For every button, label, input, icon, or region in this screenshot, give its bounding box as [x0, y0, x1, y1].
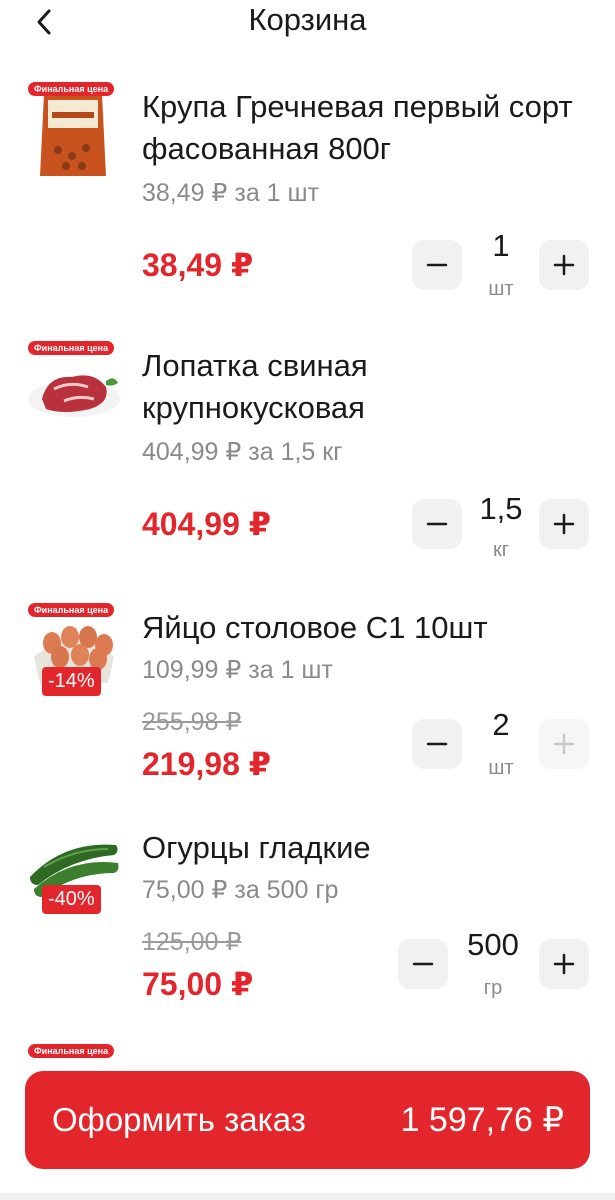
- unit-price: 404,99 ₽ за 1,5 кг: [142, 438, 343, 466]
- product-name[interactable]: Огурцы гладкие: [142, 827, 582, 869]
- decrease-qty-button[interactable]: [412, 240, 462, 290]
- pork-meat-image: [28, 375, 120, 417]
- discount-badge: -40%: [42, 885, 101, 914]
- minus-icon: [412, 962, 434, 966]
- decrease-qty-button[interactable]: [398, 939, 448, 989]
- product-image-pork[interactable]: Финальная цена: [24, 341, 124, 441]
- plus-icon: [553, 953, 575, 975]
- minus-icon: [426, 742, 448, 746]
- buckwheat-package-image: [40, 94, 106, 176]
- old-price: 125,00 ₽: [142, 928, 242, 956]
- page-title: Корзина: [248, 2, 367, 37]
- qty-unit: шт: [488, 278, 514, 300]
- product-name[interactable]: Яйцо столовое С1 10шт: [142, 607, 582, 649]
- price: 404,99 ₽: [142, 506, 272, 542]
- product-name[interactable]: Лопатка свиная крупнокусковая: [142, 345, 582, 429]
- qty-value: 1,5: [479, 491, 523, 526]
- unit-price: 75,00 ₽ за 500 гр: [142, 876, 339, 904]
- checkout-button[interactable]: Оформить заказ 1 597,76 ₽: [25, 1071, 590, 1169]
- qty-value: 1: [492, 228, 510, 263]
- checkout-label: Оформить заказ: [52, 1101, 306, 1138]
- bottom-strip: [0, 1193, 615, 1200]
- product-image-cucumbers[interactable]: -40%: [24, 823, 124, 923]
- discount-badge: -14%: [42, 667, 101, 696]
- qty-value: 2: [492, 707, 510, 742]
- final-price-tag: Финальная цена: [28, 82, 115, 96]
- header: Корзина: [0, 0, 615, 48]
- qty-unit: шт: [488, 757, 514, 779]
- product-image-eggs[interactable]: Финальная цена -14%: [24, 603, 124, 703]
- unit-price: 38,49 ₽ за 1 шт: [142, 179, 320, 207]
- old-price: 255,98 ₽: [142, 708, 242, 736]
- product-name[interactable]: Крупа Гречневая первый сорт фасованная 8…: [142, 86, 582, 170]
- product-image-buckwheat[interactable]: Финальная цена: [24, 82, 124, 182]
- increase-qty-button[interactable]: [539, 499, 589, 549]
- qty-value: 500: [467, 927, 519, 962]
- minus-icon: [426, 522, 448, 526]
- decrease-qty-button[interactable]: [412, 719, 462, 769]
- plus-icon: [553, 513, 575, 535]
- final-price-tag: Финальная цена: [28, 341, 115, 355]
- decrease-qty-button[interactable]: [412, 499, 462, 549]
- plus-icon: [553, 254, 575, 276]
- unit-price: 109,99 ₽ за 1 шт: [142, 656, 333, 684]
- qty-unit: кг: [492, 539, 510, 561]
- minus-icon: [426, 263, 448, 267]
- price: 219,98 ₽: [142, 746, 272, 782]
- final-price-tag: Финальная цена: [28, 1044, 115, 1058]
- price: 75,00 ₽: [142, 966, 254, 1002]
- price: 38,49 ₽: [142, 247, 254, 283]
- increase-qty-button[interactable]: [539, 240, 589, 290]
- qty-unit: гр: [483, 977, 503, 999]
- plus-icon: [553, 733, 575, 755]
- final-price-tag: Финальная цена: [28, 603, 115, 617]
- increase-qty-button-disabled[interactable]: [539, 719, 589, 769]
- increase-qty-button[interactable]: [539, 939, 589, 989]
- product-image-partial[interactable]: Финальная цена: [24, 1044, 124, 1068]
- order-total: 1 597,76 ₽: [400, 1101, 564, 1139]
